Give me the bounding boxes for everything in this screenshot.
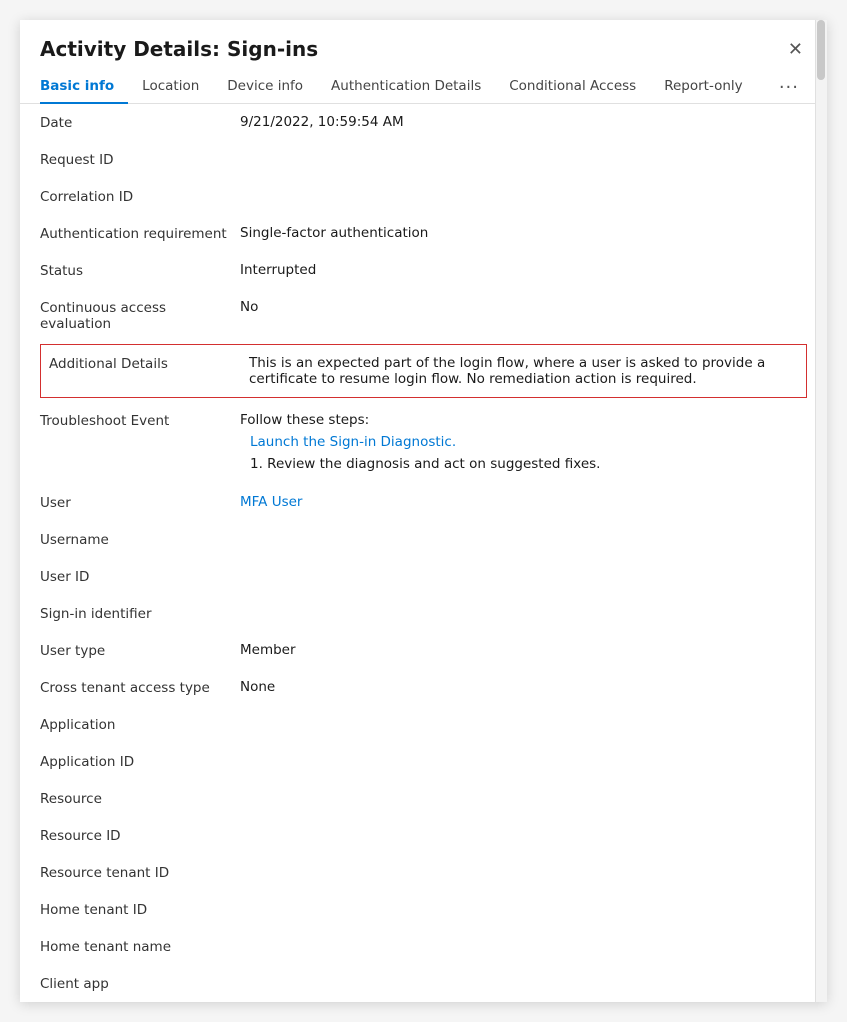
activity-details-panel: Activity Details: Sign-ins ✕ Basic info … — [20, 20, 827, 1002]
field-value-cae: No — [240, 299, 807, 315]
field-label-username: Username — [40, 531, 240, 548]
additional-details-row: Additional Details This is an expected p… — [40, 344, 807, 398]
field-resource-id: Resource ID — [40, 817, 807, 854]
tabs-more-button[interactable]: ··· — [771, 71, 807, 104]
field-home-tenant-id: Home tenant ID — [40, 891, 807, 928]
field-label-cae: Continuous access evaluation — [40, 299, 240, 332]
field-label-user-id: User ID — [40, 568, 240, 585]
troubleshoot-step1: 1. Review the diagnosis and act on sugge… — [250, 456, 807, 472]
field-value-user-type: Member — [240, 642, 807, 658]
field-value-auth-requirement: Single-factor authentication — [240, 225, 807, 241]
additional-details-value: This is an expected part of the login fl… — [249, 355, 798, 387]
field-label-user: User — [40, 494, 240, 511]
troubleshoot-steps-title: Follow these steps: — [240, 412, 807, 428]
tab-conditional-access[interactable]: Conditional Access — [495, 70, 650, 104]
tab-authentication-details[interactable]: Authentication Details — [317, 70, 495, 104]
launch-diagnostic-link[interactable]: Launch the Sign-in Diagnostic. — [250, 434, 807, 450]
scrollbar-track[interactable] — [815, 20, 827, 1002]
panel-title: Activity Details: Sign-ins — [40, 37, 318, 61]
field-user-id: User ID — [40, 558, 807, 595]
field-label-user-type: User type — [40, 642, 240, 659]
close-button[interactable]: ✕ — [784, 36, 807, 62]
field-label-resource: Resource — [40, 790, 240, 807]
troubleshoot-label: Troubleshoot Event — [40, 412, 240, 429]
field-value-status: Interrupted — [240, 262, 807, 278]
field-label-resource-tenant-id: Resource tenant ID — [40, 864, 240, 881]
field-label-request-id: Request ID — [40, 151, 240, 168]
tab-device-info[interactable]: Device info — [213, 70, 317, 104]
field-correlation-id: Correlation ID — [40, 178, 807, 215]
field-auth-requirement: Authentication requirement Single-factor… — [40, 215, 807, 252]
field-client-app: Client app — [40, 965, 807, 1002]
field-label-cross-tenant: Cross tenant access type — [40, 679, 240, 696]
field-request-id: Request ID — [40, 141, 807, 178]
tab-location[interactable]: Location — [128, 70, 213, 104]
field-label-resource-id: Resource ID — [40, 827, 240, 844]
additional-details-label: Additional Details — [49, 355, 249, 372]
tabs-bar: Basic info Location Device info Authenti… — [20, 62, 827, 104]
field-resource-tenant-id: Resource tenant ID — [40, 854, 807, 891]
field-label-signin-identifier: Sign-in identifier — [40, 605, 240, 622]
field-value-user[interactable]: MFA User — [240, 494, 807, 510]
field-label-client-app: Client app — [40, 975, 240, 992]
field-cross-tenant: Cross tenant access type None — [40, 669, 807, 706]
field-username: Username — [40, 521, 807, 558]
field-user: User MFA User — [40, 484, 807, 521]
field-value-date: 9/21/2022, 10:59:54 AM — [240, 114, 807, 130]
field-label-correlation-id: Correlation ID — [40, 188, 240, 205]
troubleshoot-content: Follow these steps: Launch the Sign-in D… — [240, 412, 807, 472]
field-label-auth-requirement: Authentication requirement — [40, 225, 240, 242]
field-application: Application — [40, 706, 807, 743]
field-home-tenant-name: Home tenant name — [40, 928, 807, 965]
panel-header: Activity Details: Sign-ins ✕ — [20, 20, 827, 62]
panel-content: Date 9/21/2022, 10:59:54 AM Request ID C… — [20, 104, 827, 1002]
field-application-id: Application ID — [40, 743, 807, 780]
field-label-application: Application — [40, 716, 240, 733]
field-signin-identifier: Sign-in identifier — [40, 595, 807, 632]
field-resource: Resource — [40, 780, 807, 817]
field-label-home-tenant-name: Home tenant name — [40, 938, 240, 955]
field-label-application-id: Application ID — [40, 753, 240, 770]
field-user-type: User type Member — [40, 632, 807, 669]
field-label-home-tenant-id: Home tenant ID — [40, 901, 240, 918]
troubleshoot-row: Troubleshoot Event Follow these steps: L… — [40, 400, 807, 484]
tab-report-only[interactable]: Report-only — [650, 70, 756, 104]
tab-basic-info[interactable]: Basic info — [40, 70, 128, 104]
scrollbar-thumb[interactable] — [817, 20, 825, 80]
field-value-cross-tenant: None — [240, 679, 807, 695]
field-status: Status Interrupted — [40, 252, 807, 289]
field-cae: Continuous access evaluation No — [40, 289, 807, 342]
field-date: Date 9/21/2022, 10:59:54 AM — [40, 104, 807, 141]
field-label-date: Date — [40, 114, 240, 131]
field-label-status: Status — [40, 262, 240, 279]
